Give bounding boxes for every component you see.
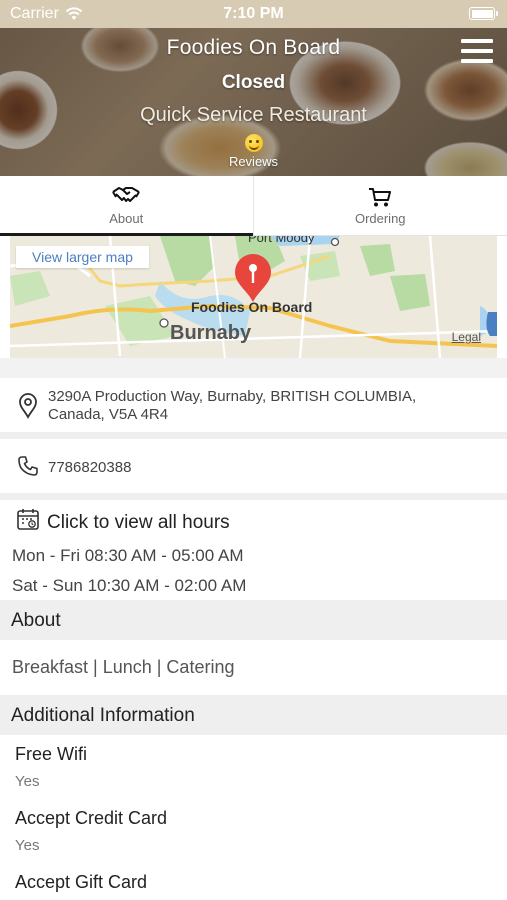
smiley-icon[interactable] bbox=[245, 134, 263, 152]
about-description: Breakfast | Lunch | Catering bbox=[12, 657, 235, 677]
restaurant-hero: Foodies On Board Closed Quick Service Re… bbox=[0, 28, 507, 176]
info-item-label: Accept Gift Card bbox=[15, 872, 148, 892]
tab-about[interactable]: About bbox=[0, 176, 254, 236]
battery-icon bbox=[469, 7, 498, 20]
location-pin-icon bbox=[19, 393, 37, 419]
hours-line: Sat - Sun 10:30 AM - 02:00 AM bbox=[12, 576, 247, 595]
divider bbox=[0, 493, 507, 500]
phone-icon bbox=[18, 456, 38, 476]
tab-about-label: About bbox=[109, 211, 144, 226]
info-item-label: Free Wifi bbox=[15, 744, 87, 764]
restaurant-name: Foodies On Board bbox=[166, 36, 341, 59]
info-item-value: Yes bbox=[15, 837, 40, 854]
hours-line: Mon - Fri 08:30 AM - 05:00 AM bbox=[12, 546, 244, 565]
map-pin-icon[interactable] bbox=[233, 254, 273, 304]
phone-number: 7786820388 bbox=[48, 459, 132, 476]
tab-ordering[interactable]: Ordering bbox=[254, 176, 507, 235]
map-city-label: Burnaby bbox=[170, 322, 252, 344]
divider bbox=[0, 432, 507, 439]
calendar-icon bbox=[17, 509, 39, 530]
phone-row[interactable]: 7786820388 bbox=[0, 439, 507, 493]
view-all-hours-link[interactable]: Click to view all hours bbox=[47, 512, 230, 534]
open-status: Closed bbox=[221, 72, 286, 93]
tab-bar: About Ordering bbox=[0, 176, 507, 236]
hamburger-menu-icon[interactable] bbox=[461, 39, 493, 63]
hours-section[interactable]: Click to view all hours Mon - Fri 08:30 … bbox=[0, 500, 507, 600]
location-map[interactable]: View larger map Port Moody Foodies On Bo… bbox=[10, 236, 497, 358]
about-section-header: About bbox=[0, 600, 507, 640]
cart-icon bbox=[369, 188, 392, 207]
address-row[interactable]: 3290A Production Way, Burnaby, BRITISH C… bbox=[0, 378, 507, 432]
view-larger-map-link[interactable]: View larger map bbox=[16, 246, 149, 268]
additional-info-header: Additional Information bbox=[0, 695, 507, 735]
map-restaurant-label: Foodies On Board bbox=[191, 299, 313, 315]
status-bar: Carrier 7:10 PM bbox=[0, 0, 507, 28]
address-text: 3290A Production Way, Burnaby, BRITISH C… bbox=[48, 388, 417, 423]
divider bbox=[0, 358, 507, 378]
restaurant-type: Quick Service Restaurant bbox=[140, 104, 367, 126]
map-legal-link[interactable]: Legal bbox=[452, 330, 481, 344]
clock: 7:10 PM bbox=[223, 5, 284, 22]
map-area-label: Port Moody bbox=[248, 236, 315, 245]
handshake-icon bbox=[112, 187, 141, 202]
info-item-value: Yes bbox=[15, 773, 40, 790]
info-item-label: Accept Credit Card bbox=[15, 808, 168, 828]
tab-ordering-label: Ordering bbox=[354, 211, 406, 226]
reviews-link[interactable]: Reviews bbox=[0, 154, 507, 169]
